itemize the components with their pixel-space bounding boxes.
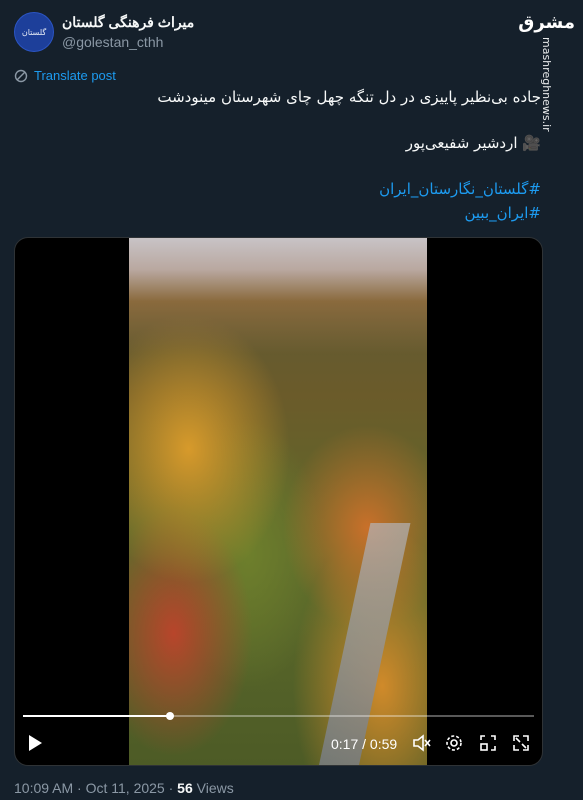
video-progress-bar[interactable] — [23, 712, 534, 720]
translate-label[interactable]: Translate post — [34, 68, 116, 83]
watermark-logo: مشرق — [518, 12, 575, 33]
avatar[interactable]: گلستان — [14, 12, 54, 52]
tweet-credit: 🎥 اردشیر شفیعی‌پور — [406, 134, 541, 152]
picture-in-picture-icon[interactable] — [479, 734, 497, 752]
video-controls: 0:17 / 0:59 — [15, 728, 542, 758]
play-icon[interactable] — [27, 734, 43, 752]
video-frame[interactable] — [129, 238, 427, 765]
video-time: 0:17 / 0:59 — [331, 736, 398, 752]
settings-icon[interactable] — [445, 734, 463, 752]
camera-icon: 🎥 — [522, 134, 541, 152]
tweet-text-line: جاده بی‌نظیر پاییزی در دل تنگه چهل چای ش… — [157, 88, 541, 106]
translate-icon — [14, 69, 28, 82]
video-progress-fill — [23, 715, 171, 717]
account-names: میراث فرهنگی گلستان @golestan_cthh — [62, 12, 194, 52]
display-name[interactable]: میراث فرهنگی گلستان — [62, 12, 194, 32]
post-timestamp[interactable]: 10:09 AM · Oct 11, 2025 · — [14, 780, 177, 796]
hashtag-link[interactable]: #گلستان_نگارستان_ایران — [379, 180, 541, 198]
avatar-text: گلستان — [21, 27, 47, 37]
post-metadata: 10:09 AM · Oct 11, 2025 · 56 Views — [14, 780, 234, 796]
views-label: Views — [192, 780, 234, 796]
credit-name: اردشیر شفیعی‌پور — [405, 134, 518, 152]
watermark: مشرق mashreghnews.ir — [518, 12, 575, 132]
post-header: گلستان میراث فرهنگی گلستان @golestan_cth… — [14, 12, 194, 52]
volume-muted-icon[interactable] — [412, 734, 432, 752]
video-player[interactable]: 0:17 / 0:59 — [14, 237, 543, 766]
fullscreen-icon[interactable] — [512, 734, 530, 752]
watermark-site: mashreghnews.ir — [540, 37, 554, 132]
views-count: 56 — [177, 780, 193, 796]
hashtag-link[interactable]: #ایران_ببین — [464, 204, 541, 222]
handle[interactable]: @golestan_cthh — [62, 32, 194, 52]
translate-post-link[interactable]: Translate post — [14, 68, 116, 83]
